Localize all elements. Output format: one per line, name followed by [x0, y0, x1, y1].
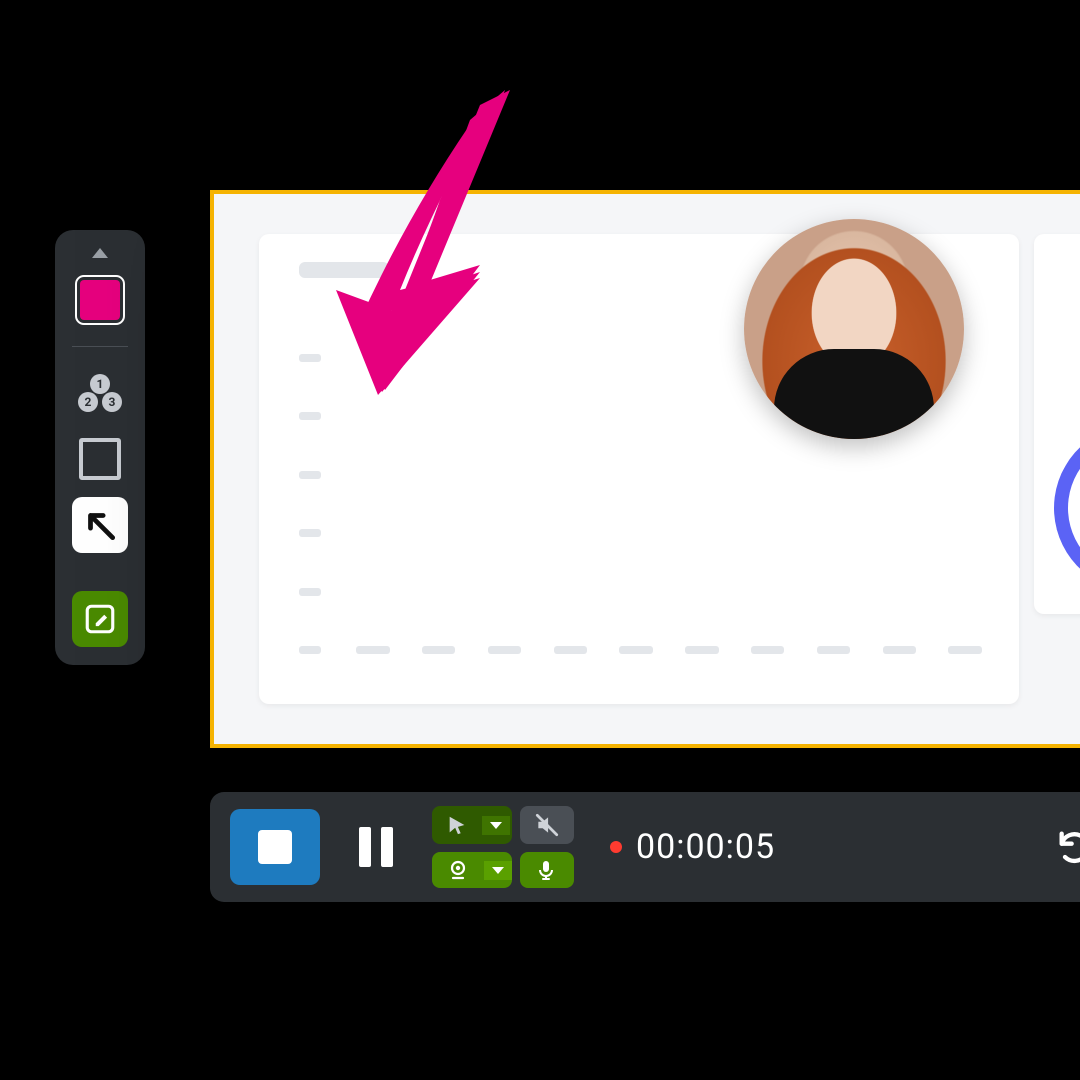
chart-title-placeholder — [299, 262, 389, 278]
palette-divider — [72, 346, 128, 347]
microphone-icon — [534, 858, 558, 882]
draw-edit-tool[interactable] — [72, 591, 128, 647]
bar-column — [349, 632, 397, 654]
numbered-steps-icon: 123 — [78, 374, 122, 412]
recorder-toolbar: 00:00:05 — [210, 792, 1080, 902]
annotation-tool-palette: 123 — [55, 230, 145, 665]
stop-icon — [258, 830, 292, 864]
webcam-dropdown[interactable] — [484, 861, 512, 880]
bar-column — [744, 632, 792, 654]
stop-button[interactable] — [230, 809, 320, 885]
x-tick-placeholder — [948, 646, 981, 654]
webcam-overlay[interactable] — [744, 219, 964, 439]
y-axis-ticks — [299, 354, 329, 654]
undo-icon — [1055, 827, 1080, 867]
recording-indicator-icon — [610, 841, 622, 853]
bar-column — [481, 632, 529, 654]
cursor-icon — [446, 814, 468, 836]
webcam-button[interactable] — [432, 852, 512, 888]
recording-region — [210, 190, 1080, 748]
color-swatch-tool[interactable] — [72, 272, 128, 328]
x-tick-placeholder — [751, 646, 784, 654]
bar-column — [612, 632, 660, 654]
rectangle-icon — [79, 438, 121, 480]
x-tick-placeholder — [883, 646, 916, 654]
x-tick-placeholder — [422, 646, 455, 654]
pause-icon — [359, 827, 393, 867]
system-audio-button[interactable] — [520, 806, 574, 844]
x-tick-placeholder — [619, 646, 652, 654]
collapse-chevron-up-icon[interactable] — [92, 248, 108, 258]
timer-value: 00:00:05 — [636, 827, 775, 867]
numbered-steps-tool[interactable]: 123 — [72, 365, 128, 421]
rectangle-tool[interactable] — [72, 431, 128, 487]
webcam-icon — [446, 858, 470, 882]
x-tick-placeholder — [356, 646, 389, 654]
x-tick-placeholder — [817, 646, 850, 654]
speaker-muted-icon — [534, 812, 560, 838]
bar-column — [678, 632, 726, 654]
secondary-card — [1034, 234, 1080, 614]
arrow-icon — [81, 506, 119, 544]
x-tick-placeholder — [488, 646, 521, 654]
donut-chart-fragment-icon — [1034, 393, 1080, 614]
bar-column — [810, 632, 858, 654]
recorder-options — [432, 806, 574, 888]
bar-column — [546, 632, 594, 654]
bar-column — [941, 632, 989, 654]
edit-icon — [83, 602, 117, 636]
arrow-tool[interactable] — [72, 497, 128, 553]
color-swatch-icon — [80, 280, 120, 320]
cursor-effects-button[interactable] — [432, 806, 512, 844]
bar-column — [875, 632, 923, 654]
bar-column — [415, 632, 463, 654]
x-tick-placeholder — [554, 646, 587, 654]
x-tick-placeholder — [685, 646, 718, 654]
undo-button[interactable] — [1050, 822, 1080, 872]
recording-timer: 00:00:05 — [610, 827, 775, 867]
pause-button[interactable] — [346, 809, 406, 885]
cursor-effects-dropdown[interactable] — [482, 816, 510, 835]
microphone-button[interactable] — [520, 852, 574, 888]
